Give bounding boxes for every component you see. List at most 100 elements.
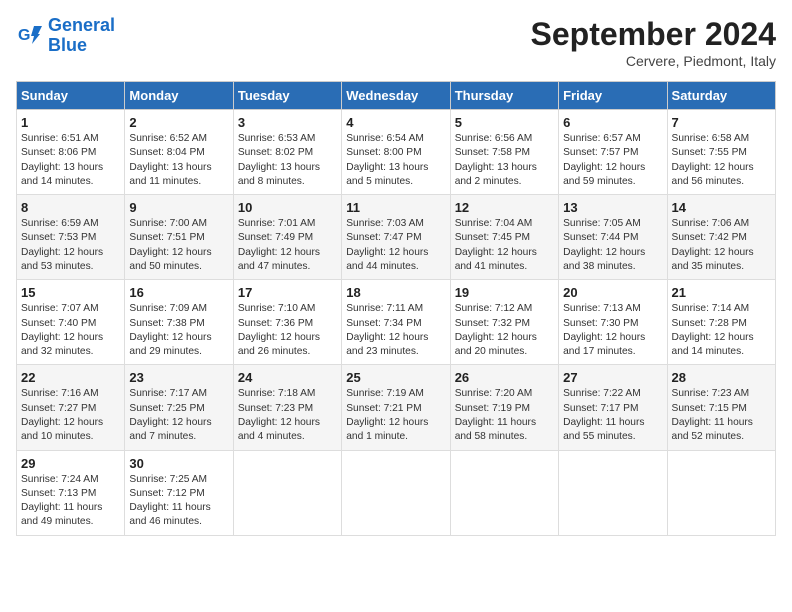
day-number: 5 xyxy=(455,115,554,130)
day-info: Sunrise: 7:16 AMSunset: 7:27 PMDaylight:… xyxy=(21,387,120,444)
day-number: 30 xyxy=(129,456,228,471)
day-number: 18 xyxy=(346,285,445,300)
calendar-day-cell: 1 Sunrise: 6:51 AMSunset: 8:06 PMDaylight… xyxy=(17,110,125,195)
day-info: Sunrise: 7:24 AMSunset: 7:13 PMDaylight:… xyxy=(21,473,120,530)
day-info: Sunrise: 7:23 AMSunset: 7:15 PMDaylight:… xyxy=(672,387,771,444)
header-monday: Monday xyxy=(125,82,233,110)
day-info: Sunrise: 7:13 AMSunset: 7:30 PMDaylight:… xyxy=(563,302,662,359)
page-header: G General Blue September 2024 Cervere, P… xyxy=(16,16,776,69)
day-number: 19 xyxy=(455,285,554,300)
calendar-day-cell xyxy=(559,450,667,535)
calendar-day-cell: 4 Sunrise: 6:54 AMSunset: 8:00 PMDaylight… xyxy=(342,110,450,195)
logo-line2: Blue xyxy=(48,35,87,55)
day-info: Sunrise: 6:54 AMSunset: 8:00 PMDaylight:… xyxy=(346,132,445,189)
day-number: 20 xyxy=(563,285,662,300)
logo-text: General Blue xyxy=(48,16,115,56)
day-number: 28 xyxy=(672,370,771,385)
calendar-day-cell: 16Sunrise: 7:09 AMSunset: 7:38 PMDayligh… xyxy=(125,280,233,365)
day-info: Sunrise: 7:04 AMSunset: 7:45 PMDaylight:… xyxy=(455,217,554,274)
day-number: 1 xyxy=(21,115,120,130)
day-info: Sunrise: 7:10 AMSunset: 7:36 PMDaylight:… xyxy=(238,302,337,359)
day-info: Sunrise: 7:11 AMSunset: 7:34 PMDaylight:… xyxy=(346,302,445,359)
day-info: Sunrise: 7:01 AMSunset: 7:49 PMDaylight:… xyxy=(238,217,337,274)
day-number: 4 xyxy=(346,115,445,130)
calendar-day-cell: 25 Sunrise: 7:19 AMSunset: 7:21 PMDayligh… xyxy=(342,365,450,450)
calendar-day-cell: 30 Sunrise: 7:25 AMSunset: 7:12 PMDayligh… xyxy=(125,450,233,535)
calendar-day-cell xyxy=(342,450,450,535)
logo: G General Blue xyxy=(16,16,115,56)
day-info: Sunrise: 6:51 AMSunset: 8:06 PMDaylight:… xyxy=(21,132,120,189)
day-number: 6 xyxy=(563,115,662,130)
day-info: Sunrise: 6:58 AMSunset: 7:55 PMDaylight:… xyxy=(672,132,771,189)
calendar-day-cell: 11Sunrise: 7:03 AMSunset: 7:47 PMDayligh… xyxy=(342,195,450,280)
day-number: 27 xyxy=(563,370,662,385)
day-info: Sunrise: 7:03 AMSunset: 7:47 PMDaylight:… xyxy=(346,217,445,274)
day-number: 25 xyxy=(346,370,445,385)
calendar-day-cell: 18 Sunrise: 7:11 AMSunset: 7:34 PMDayligh… xyxy=(342,280,450,365)
month-title: September 2024 xyxy=(531,16,776,53)
calendar-day-cell xyxy=(233,450,341,535)
calendar-day-cell xyxy=(667,450,775,535)
day-number: 12 xyxy=(455,200,554,215)
calendar-day-cell: 17 Sunrise: 7:10 AMSunset: 7:36 PMDayligh… xyxy=(233,280,341,365)
weekday-header-row: Sunday Monday Tuesday Wednesday Thursday… xyxy=(17,82,776,110)
day-info: Sunrise: 7:12 AMSunset: 7:32 PMDaylight:… xyxy=(455,302,554,359)
calendar-week-row: 1 Sunrise: 6:51 AMSunset: 8:06 PMDaylight… xyxy=(17,110,776,195)
day-info: Sunrise: 6:59 AMSunset: 7:53 PMDaylight:… xyxy=(21,217,120,274)
day-info: Sunrise: 7:18 AMSunset: 7:23 PMDaylight:… xyxy=(238,387,337,444)
day-info: Sunrise: 7:07 AMSunset: 7:40 PMDaylight:… xyxy=(21,302,120,359)
calendar-day-cell: 22 Sunrise: 7:16 AMSunset: 7:27 PMDayligh… xyxy=(17,365,125,450)
calendar-day-cell: 12 Sunrise: 7:04 AMSunset: 7:45 PMDayligh… xyxy=(450,195,558,280)
day-info: Sunrise: 6:52 AMSunset: 8:04 PMDaylight:… xyxy=(129,132,228,189)
header-saturday: Saturday xyxy=(667,82,775,110)
header-wednesday: Wednesday xyxy=(342,82,450,110)
header-friday: Friday xyxy=(559,82,667,110)
day-number: 13 xyxy=(563,200,662,215)
calendar-day-cell: 26Sunrise: 7:20 AMSunset: 7:19 PMDayligh… xyxy=(450,365,558,450)
day-info: Sunrise: 7:09 AMSunset: 7:38 PMDaylight:… xyxy=(129,302,228,359)
calendar-day-cell: 29 Sunrise: 7:24 AMSunset: 7:13 PMDayligh… xyxy=(17,450,125,535)
calendar-week-row: 15Sunrise: 7:07 AMSunset: 7:40 PMDayligh… xyxy=(17,280,776,365)
calendar-day-cell: 19 Sunrise: 7:12 AMSunset: 7:32 PMDayligh… xyxy=(450,280,558,365)
calendar-day-cell: 7 Sunrise: 6:58 AMSunset: 7:55 PMDaylight… xyxy=(667,110,775,195)
calendar-table: Sunday Monday Tuesday Wednesday Thursday… xyxy=(16,81,776,536)
header-sunday: Sunday xyxy=(17,82,125,110)
day-info: Sunrise: 7:06 AMSunset: 7:42 PMDaylight:… xyxy=(672,217,771,274)
day-number: 7 xyxy=(672,115,771,130)
day-number: 2 xyxy=(129,115,228,130)
title-block: September 2024 Cervere, Piedmont, Italy xyxy=(531,16,776,69)
calendar-day-cell: 10Sunrise: 7:01 AMSunset: 7:49 PMDayligh… xyxy=(233,195,341,280)
day-info: Sunrise: 7:14 AMSunset: 7:28 PMDaylight:… xyxy=(672,302,771,359)
calendar-week-row: 8 Sunrise: 6:59 AMSunset: 7:53 PMDaylight… xyxy=(17,195,776,280)
calendar-day-cell: 8 Sunrise: 6:59 AMSunset: 7:53 PMDaylight… xyxy=(17,195,125,280)
day-number: 17 xyxy=(238,285,337,300)
calendar-day-cell: 5 Sunrise: 6:56 AMSunset: 7:58 PMDaylight… xyxy=(450,110,558,195)
calendar-day-cell: 20 Sunrise: 7:13 AMSunset: 7:30 PMDayligh… xyxy=(559,280,667,365)
day-number: 14 xyxy=(672,200,771,215)
day-number: 29 xyxy=(21,456,120,471)
day-number: 22 xyxy=(21,370,120,385)
calendar-day-cell: 21Sunrise: 7:14 AMSunset: 7:28 PMDayligh… xyxy=(667,280,775,365)
calendar-day-cell: 14 Sunrise: 7:06 AMSunset: 7:42 PMDayligh… xyxy=(667,195,775,280)
day-info: Sunrise: 7:22 AMSunset: 7:17 PMDaylight:… xyxy=(563,387,662,444)
day-number: 8 xyxy=(21,200,120,215)
calendar-day-cell: 13 Sunrise: 7:05 AMSunset: 7:44 PMDayligh… xyxy=(559,195,667,280)
day-info: Sunrise: 7:25 AMSunset: 7:12 PMDaylight:… xyxy=(129,473,228,530)
calendar-day-cell: 6Sunrise: 6:57 AMSunset: 7:57 PMDaylight… xyxy=(559,110,667,195)
day-info: Sunrise: 7:19 AMSunset: 7:21 PMDaylight:… xyxy=(346,387,445,444)
day-info: Sunrise: 7:05 AMSunset: 7:44 PMDaylight:… xyxy=(563,217,662,274)
header-thursday: Thursday xyxy=(450,82,558,110)
day-number: 9 xyxy=(129,200,228,215)
calendar-week-row: 22 Sunrise: 7:16 AMSunset: 7:27 PMDayligh… xyxy=(17,365,776,450)
calendar-day-cell: 15Sunrise: 7:07 AMSunset: 7:40 PMDayligh… xyxy=(17,280,125,365)
day-number: 24 xyxy=(238,370,337,385)
location-subtitle: Cervere, Piedmont, Italy xyxy=(531,53,776,69)
calendar-day-cell: 3Sunrise: 6:53 AMSunset: 8:02 PMDaylight… xyxy=(233,110,341,195)
day-info: Sunrise: 6:56 AMSunset: 7:58 PMDaylight:… xyxy=(455,132,554,189)
header-tuesday: Tuesday xyxy=(233,82,341,110)
calendar-day-cell: 9Sunrise: 7:00 AMSunset: 7:51 PMDaylight… xyxy=(125,195,233,280)
calendar-week-row: 29 Sunrise: 7:24 AMSunset: 7:13 PMDayligh… xyxy=(17,450,776,535)
calendar-day-cell: 28 Sunrise: 7:23 AMSunset: 7:15 PMDayligh… xyxy=(667,365,775,450)
logo-icon: G xyxy=(16,22,44,50)
day-info: Sunrise: 7:17 AMSunset: 7:25 PMDaylight:… xyxy=(129,387,228,444)
